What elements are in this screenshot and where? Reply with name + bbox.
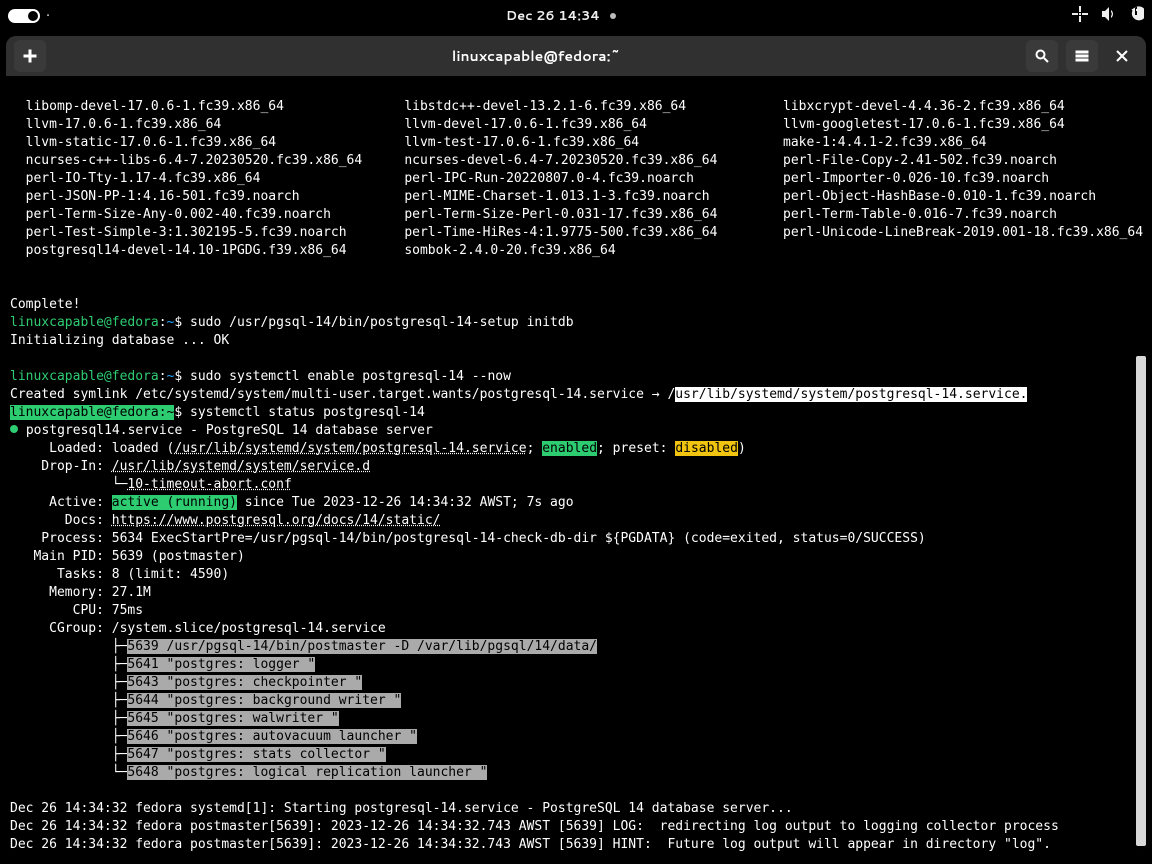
- pkg-col-2: libstdc++-devel-13.2.1-6.fc39.x86_64 llv…: [389, 98, 768, 260]
- bullet-icon: •: [46, 7, 50, 25]
- journal-line: Dec 26 14:34:32 fedora postmaster[5639]:…: [10, 837, 1051, 852]
- disabled-badge: disabled: [675, 441, 738, 456]
- cpu-line: CPU: 75ms: [10, 603, 143, 618]
- cmd-initdb: sudo /usr/pgsql-14/bin/postgresql-14-set…: [190, 315, 574, 330]
- enabled-badge: enabled: [542, 441, 597, 456]
- memory-line: Memory: 27.1M: [10, 585, 151, 600]
- cmd-enable: sudo systemctl enable postgresql-14 --no…: [190, 369, 511, 384]
- dropin-path: /usr/lib/systemd/system/service.d: [112, 459, 370, 474]
- titlebar: linuxcapable@fedora:~: [6, 36, 1146, 76]
- status-dot-icon: [10, 425, 18, 433]
- network-icon: [1072, 6, 1088, 27]
- cgroup-proc: 5639 /usr/pgsql-14/bin/postmaster -D /va…: [127, 639, 597, 654]
- gnome-topbar: • Dec 26 14:34: [0, 0, 1152, 32]
- activities-corner[interactable]: •: [8, 7, 50, 25]
- complete-text: Complete!: [10, 297, 80, 312]
- terminal-body[interactable]: libomp-devel-17.0.6-1.fc39.x86_64 llvm-1…: [6, 76, 1146, 856]
- prompt-user-hl: linuxcapable@fedora: [10, 405, 159, 420]
- search-button[interactable]: [1026, 40, 1058, 72]
- clock-text: Dec 26 14:34: [506, 7, 600, 25]
- docs-link[interactable]: https://www.postgresql.org/docs/14/stati…: [112, 513, 441, 528]
- scrollbar[interactable]: [1136, 76, 1146, 856]
- cmd-status: systemctl status postgresql-14: [190, 405, 425, 420]
- cgroup-proc: 5647 "postgres: stats collector ": [127, 747, 385, 762]
- pkg-col-3: libxcrypt-devel-4.4.36-2.fc39.x86_64 llv…: [767, 98, 1146, 260]
- journal-line: Dec 26 14:34:32 fedora postmaster[5639]:…: [10, 819, 1059, 834]
- cgroup-proc: 5646 "postgres: autovacuum launcher ": [127, 729, 417, 744]
- journal-line: Dec 26 14:34:32 fedora systemd[1]: Start…: [10, 801, 793, 816]
- mainpid-line: Main PID: 5639 (postmaster): [10, 549, 245, 564]
- cgroup-line: CGroup: /system.slice/postgresql-14.serv…: [10, 621, 386, 636]
- cgroup-proc: 5641 "postgres: logger ": [127, 657, 315, 672]
- prompt-user: linuxcapable@fedora: [10, 315, 159, 330]
- cgroup-proc: 5644 "postgres: background writer ": [127, 693, 401, 708]
- service-header: postgresql14.service - PostgreSQL 14 dat…: [18, 423, 433, 438]
- new-tab-button[interactable]: [14, 40, 46, 72]
- window-title: linuxcapable@fedora:~: [54, 46, 1018, 66]
- pkg-col-1: libomp-devel-17.0.6-1.fc39.x86_64 llvm-1…: [10, 98, 389, 260]
- symlink-pre: Created symlink /etc/systemd/system/mult…: [10, 387, 675, 402]
- dropin-file: 10-timeout-abort.conf: [127, 477, 291, 492]
- scrollbar-thumb[interactable]: [1136, 356, 1146, 846]
- cgroup-proc: 5648 "postgres: logical replication laun…: [127, 765, 487, 780]
- notification-dot-icon: [610, 13, 616, 19]
- close-button[interactable]: [1106, 40, 1138, 72]
- volume-icon: [1100, 6, 1116, 27]
- power-icon: [1128, 6, 1144, 27]
- terminal-window: linuxcapable@fedora:~ libomp-devel-17.0.…: [6, 36, 1146, 856]
- clock[interactable]: Dec 26 14:34: [506, 7, 616, 25]
- journal-line: Dec 26 14:34:32 fedora systemd[1]: Start…: [10, 855, 769, 856]
- symlink-hl: usr/lib/systemd/system/postgresql-14.ser…: [675, 387, 1027, 402]
- tasks-line: Tasks: 8 (limit: 4590): [10, 567, 229, 582]
- status-area[interactable]: [1072, 6, 1144, 27]
- loaded-path: /usr/lib/systemd/system/postgresql-14.se…: [174, 441, 526, 456]
- process-line: Process: 5634 ExecStartPre=/usr/pgsql-14…: [10, 531, 926, 546]
- cgroup-proc: 5643 "postgres: checkpointer ": [127, 675, 362, 690]
- cgroup-proc: 5645 "postgres: walwriter ": [127, 711, 338, 726]
- active-running: active (running): [112, 495, 237, 510]
- activities-pill-icon: [8, 9, 40, 23]
- menu-button[interactable]: [1066, 40, 1098, 72]
- initdb-output: Initializing database ... OK: [10, 333, 229, 348]
